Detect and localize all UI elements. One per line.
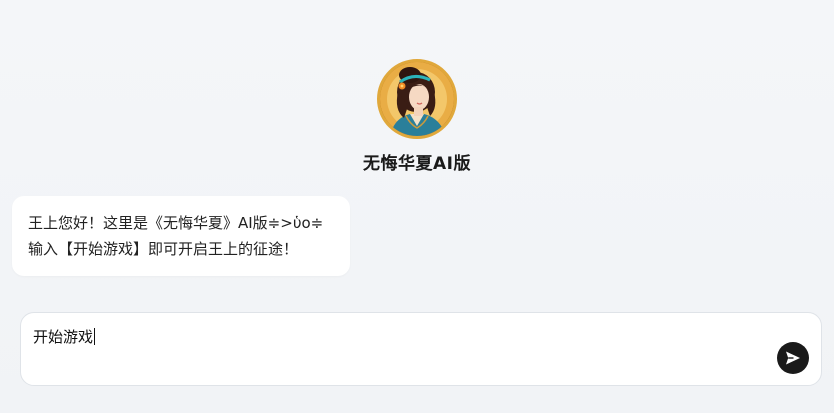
text-caret (94, 328, 96, 345)
chat-header: 无悔华夏AI版 (0, 59, 834, 174)
message-input-box[interactable]: 开始游戏 (20, 312, 822, 386)
assistant-message-bubble: 王上您好！这里是《无悔华夏》AI版≑>ὑo≑ 输入【开始游戏】即可开启王上的征途… (12, 196, 350, 276)
message-line: 输入【开始游戏】即可开启王上的征途！ (28, 240, 299, 258)
app-title: 无悔华夏AI版 (363, 154, 471, 174)
message-line: 王上您好！这里是《无悔华夏》AI版≑>ὑo≑ (28, 214, 324, 232)
send-arrow-icon (786, 351, 800, 365)
send-button[interactable] (777, 342, 809, 374)
character-portrait-icon (377, 59, 457, 139)
message-input[interactable]: 开始游戏 (33, 326, 96, 347)
message-input-value: 开始游戏 (33, 328, 94, 346)
